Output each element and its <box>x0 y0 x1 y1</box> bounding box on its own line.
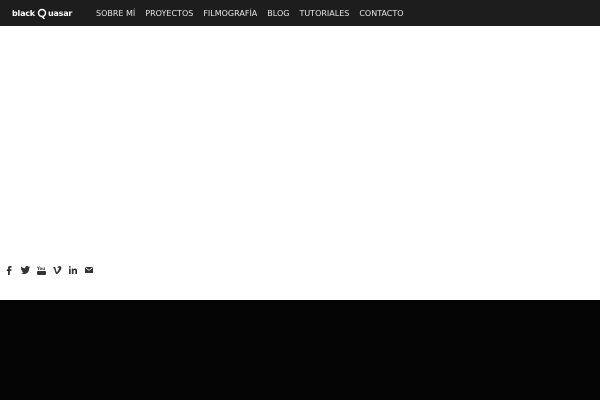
vimeo-icon[interactable] <box>52 265 62 275</box>
twitter-icon[interactable] <box>20 265 30 275</box>
nav-item-proyectos[interactable]: PROYECTOS <box>145 9 193 18</box>
page-footer <box>0 300 600 400</box>
nav-item-sobre-mi[interactable]: SOBRE MÍ <box>96 9 135 18</box>
facebook-icon[interactable] <box>4 265 14 275</box>
site-header: black uasar SOBRE MÍ PROYECTOS FILMOGRAF… <box>0 0 600 26</box>
nav-item-filmografia[interactable]: FILMOGRAFÍA <box>203 9 257 18</box>
logo-text-left: black <box>12 8 35 18</box>
nav-item-tutoriales[interactable]: TUTORIALES <box>299 9 349 18</box>
svg-text:You: You <box>37 266 45 271</box>
linkedin-icon[interactable] <box>68 265 78 275</box>
nav-item-contacto[interactable]: CONTACTO <box>359 9 403 18</box>
nav-item-blog[interactable]: BLOG <box>267 9 289 18</box>
main-nav: SOBRE MÍ PROYECTOS FILMOGRAFÍA BLOG TUTO… <box>96 0 414 26</box>
mail-icon[interactable] <box>84 265 94 275</box>
q-mark-icon <box>37 7 47 20</box>
youtube-icon[interactable]: You <box>36 265 46 275</box>
site-logo[interactable]: black uasar <box>12 0 72 26</box>
logo-text-right: uasar <box>47 8 73 18</box>
social-links: You <box>4 265 100 275</box>
